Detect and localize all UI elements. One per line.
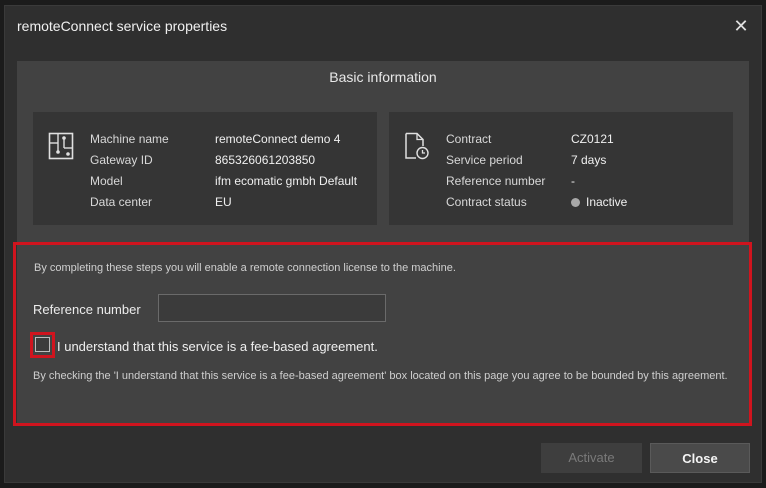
machine-card: Machine name remoteConnect demo 4 Gatewa… bbox=[33, 112, 377, 225]
gateway-id-row: Gateway ID 865326061203850 bbox=[90, 150, 357, 171]
machine-name-value: remoteConnect demo 4 bbox=[215, 132, 341, 146]
close-button[interactable]: Close bbox=[650, 443, 750, 473]
data-center-value: EU bbox=[215, 195, 232, 209]
contract-clock-icon bbox=[404, 132, 430, 160]
model-row: Model ifm ecomatic gmbh Default bbox=[90, 171, 357, 192]
contract-card: Contract CZ0121 Service period 7 days Re… bbox=[389, 112, 733, 225]
contract-status-text: Inactive bbox=[586, 195, 628, 209]
model-value: ifm ecomatic gmbh Default bbox=[215, 174, 358, 188]
machine-name-row: Machine name remoteConnect demo 4 bbox=[90, 129, 357, 150]
reference-number-info-label: Reference number bbox=[446, 174, 546, 188]
contract-details: Contract CZ0121 Service period 7 days Re… bbox=[446, 129, 627, 213]
activation-info-text: By completing these steps you will enabl… bbox=[34, 262, 456, 274]
contract-status-label: Contract status bbox=[446, 195, 527, 209]
status-dot-icon bbox=[571, 198, 580, 207]
gateway-id-label: Gateway ID bbox=[90, 153, 153, 167]
service-period-label: Service period bbox=[446, 153, 523, 167]
reference-number-input[interactable] bbox=[158, 294, 386, 322]
model-label: Model bbox=[90, 174, 123, 188]
reference-number-row: Reference number - bbox=[446, 171, 627, 192]
activate-button[interactable]: Activate bbox=[541, 443, 642, 473]
contract-status-row: Contract status Inactive bbox=[446, 192, 627, 213]
dialog-title: remoteConnect service properties bbox=[17, 18, 228, 34]
service-period-row: Service period 7 days bbox=[446, 150, 627, 171]
service-period-value: 7 days bbox=[571, 153, 607, 167]
machine-diagram-icon bbox=[48, 132, 74, 160]
fee-agreement-checkbox[interactable] bbox=[35, 337, 50, 352]
contract-status-value: Inactive bbox=[571, 192, 627, 213]
fee-agreement-label[interactable]: I understand that this service is a fee-… bbox=[57, 339, 378, 354]
reference-number-label: Reference number bbox=[33, 302, 141, 317]
dialog-titlebar: remoteConnect service properties ✕ bbox=[5, 6, 761, 48]
data-center-row: Data center EU bbox=[90, 192, 357, 213]
contract-label: Contract bbox=[446, 132, 492, 146]
gateway-id-value: 865326061203850 bbox=[215, 153, 316, 167]
machine-name-label: Machine name bbox=[90, 132, 169, 146]
reference-number-info-value: - bbox=[571, 174, 575, 188]
data-center-label: Data center bbox=[90, 195, 153, 209]
contract-row: Contract CZ0121 bbox=[446, 129, 627, 150]
machine-details: Machine name remoteConnect demo 4 Gatewa… bbox=[90, 129, 357, 213]
agreement-text: By checking the 'I understand that this … bbox=[33, 370, 728, 382]
service-properties-dialog: remoteConnect service properties ✕ Basic… bbox=[4, 5, 762, 483]
contract-value: CZ0121 bbox=[571, 132, 614, 146]
close-icon[interactable]: ✕ bbox=[731, 16, 751, 36]
basic-info-heading: Basic information bbox=[329, 69, 437, 85]
